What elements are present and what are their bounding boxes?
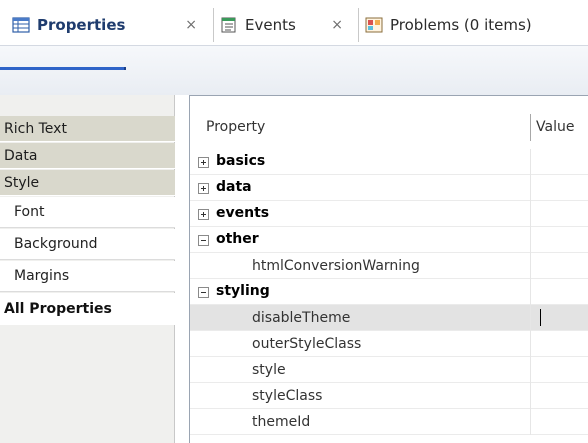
category-style[interactable]: Style bbox=[0, 170, 175, 196]
expand-icon[interactable] bbox=[198, 183, 209, 194]
property-label: outerStyleClass bbox=[252, 336, 362, 352]
group-label: basics bbox=[216, 153, 266, 169]
table-header: Property Value bbox=[190, 114, 588, 141]
tab-problems[interactable]: Problems (0 items) bbox=[358, 8, 588, 42]
table-row-outer-style-class[interactable]: outerStyleClass bbox=[190, 331, 588, 357]
category-label: Style bbox=[4, 174, 40, 191]
category-all-properties[interactable]: All Properties bbox=[0, 293, 175, 325]
value-cell[interactable] bbox=[530, 175, 588, 201]
category-background[interactable]: Background bbox=[0, 229, 175, 260]
property-category-list: Rich Text Data Style Font Background Mar… bbox=[0, 95, 175, 443]
tab-properties[interactable]: Properties × bbox=[0, 8, 205, 42]
category-label: Rich Text bbox=[4, 120, 67, 137]
category-data[interactable]: Data bbox=[0, 143, 175, 169]
tab-properties-label: Properties bbox=[37, 16, 126, 34]
column-header-property[interactable]: Property bbox=[206, 119, 265, 135]
tab-problems-label: Problems (0 items) bbox=[390, 16, 532, 34]
property-label: htmlConversionWarning bbox=[252, 258, 420, 274]
value-cell[interactable] bbox=[530, 383, 588, 409]
table-row-theme-id[interactable]: themeId bbox=[190, 409, 588, 435]
text-caret bbox=[540, 309, 541, 326]
group-label: events bbox=[216, 205, 270, 221]
table-row-style[interactable]: style bbox=[190, 357, 588, 383]
table-row-basics[interactable]: basics bbox=[190, 149, 588, 175]
property-label: disableTheme bbox=[252, 310, 351, 326]
category-rich-text[interactable]: Rich Text bbox=[0, 116, 175, 142]
table-row-events[interactable]: events bbox=[190, 201, 588, 227]
category-label: Background bbox=[14, 236, 98, 252]
category-label: Data bbox=[4, 147, 38, 164]
view-tab-bar: Properties × Events × Problems (0 items) bbox=[0, 0, 588, 45]
collapse-icon[interactable] bbox=[198, 235, 209, 246]
property-label: themeId bbox=[252, 414, 311, 430]
events-list-icon bbox=[221, 17, 236, 33]
table-row-other[interactable]: other bbox=[190, 227, 588, 253]
property-label: style bbox=[252, 362, 286, 378]
table-row-data[interactable]: data bbox=[190, 175, 588, 201]
column-header-value[interactable]: Value bbox=[536, 119, 574, 135]
collapse-icon[interactable] bbox=[198, 287, 209, 298]
value-cell[interactable] bbox=[530, 409, 588, 435]
value-cell[interactable] bbox=[530, 357, 588, 383]
value-cell[interactable] bbox=[530, 253, 588, 279]
expand-icon[interactable] bbox=[198, 157, 209, 168]
category-margins[interactable]: Margins bbox=[0, 261, 175, 292]
value-cell[interactable] bbox=[530, 331, 588, 357]
value-cell[interactable] bbox=[530, 201, 588, 227]
table-row-style-class[interactable]: styleClass bbox=[190, 383, 588, 409]
active-section-indicator-edge bbox=[124, 67, 126, 70]
table-row-html-conversion-warning[interactable]: htmlConversionWarning bbox=[190, 253, 588, 279]
property-table: Property Value basics data events other … bbox=[189, 95, 588, 443]
group-label: styling bbox=[216, 283, 270, 299]
category-label: All Properties bbox=[4, 301, 112, 317]
property-label: styleClass bbox=[252, 388, 323, 404]
column-resize-handle[interactable] bbox=[530, 114, 531, 141]
tab-events[interactable]: Events × bbox=[213, 8, 353, 42]
view-toolbar bbox=[0, 45, 588, 95]
value-cell[interactable] bbox=[530, 305, 588, 331]
properties-grid-icon bbox=[12, 17, 30, 33]
tab-events-label: Events bbox=[245, 16, 296, 34]
active-section-indicator bbox=[0, 67, 124, 70]
table-row-styling[interactable]: styling bbox=[190, 279, 588, 305]
category-font[interactable]: Font bbox=[0, 197, 175, 228]
close-icon[interactable]: × bbox=[331, 17, 343, 33]
category-label: Margins bbox=[14, 268, 70, 284]
value-cell[interactable] bbox=[530, 149, 588, 175]
value-cell[interactable] bbox=[530, 279, 588, 305]
close-icon[interactable]: × bbox=[185, 17, 197, 33]
expand-icon[interactable] bbox=[198, 209, 209, 220]
value-cell[interactable] bbox=[530, 227, 588, 253]
group-label: data bbox=[216, 179, 252, 195]
problems-icon bbox=[365, 17, 383, 33]
category-label: Font bbox=[14, 204, 45, 220]
group-label: other bbox=[216, 231, 259, 247]
table-row-disable-theme[interactable]: disableTheme bbox=[190, 305, 588, 331]
